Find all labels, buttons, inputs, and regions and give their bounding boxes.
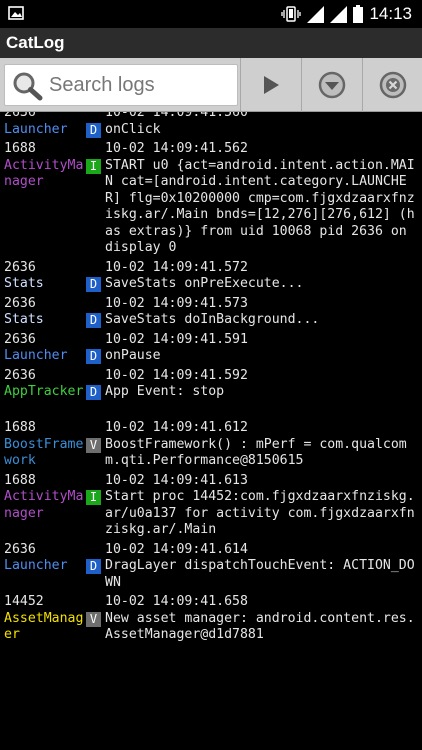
play-button[interactable] — [240, 58, 300, 112]
log-pid: 2636 — [4, 259, 36, 275]
log-pid: 14452 — [4, 594, 44, 609]
log-timestamp: 10-02 14:09:41.562 — [105, 141, 248, 156]
image-notification-icon — [8, 6, 24, 20]
log-pid: 2636 — [4, 541, 36, 557]
log-tag: Launcher — [4, 348, 68, 363]
log-tag: BoostFramework — [4, 436, 84, 469]
log-entry[interactable]: 2636 10-02 14:09:41.572 Stats D SaveStats… — [0, 260, 422, 293]
log-level-badge: D — [86, 349, 101, 364]
log-list[interactable]: 2636 10-02 14:09:41.560 Launcher D onCli… — [0, 112, 422, 750]
log-timestamp: 10-02 14:09:41.591 — [105, 331, 248, 347]
log-entry[interactable]: 1688 10-02 14:09:41.562 ActivityManager I… — [0, 141, 422, 257]
search-placeholder: Search logs — [49, 74, 155, 96]
log-level-badge: V — [86, 611, 101, 627]
signal-icon — [307, 5, 325, 23]
log-entry[interactable]: 1688 10-02 14:09:41.612 BoostFramework V … — [0, 420, 422, 470]
log-message: BoostFramework() : mPerf = com.qualcomm.… — [105, 436, 407, 469]
log-pid: 1688 — [4, 420, 36, 435]
log-timestamp: 10-02 14:09:41.592 — [105, 367, 248, 383]
log-level-badge: I — [86, 158, 101, 174]
log-timestamp: 10-02 14:09:41.614 — [105, 541, 248, 557]
filter-level-button[interactable] — [301, 58, 361, 112]
log-timestamp: 10-02 14:09:41.613 — [105, 472, 248, 488]
log-level-badge: D — [86, 277, 101, 292]
log-level-badge: D — [86, 313, 101, 328]
log-message: App Event: stop — [105, 384, 225, 399]
search-input[interactable]: Search logs — [4, 64, 238, 106]
log-level-badge: D — [86, 385, 101, 400]
signal-icon-2 — [330, 5, 348, 23]
battery-icon — [353, 5, 364, 23]
log-message: START u0 {act=android.intent.action.MAIN… — [105, 157, 415, 256]
log-tag: AssetManager — [4, 610, 84, 643]
log-level-badge: D — [86, 559, 101, 574]
log-tag: AppTracker — [4, 384, 84, 399]
log-tag: ActivityManager — [4, 157, 84, 190]
log-pid: 2636 — [4, 367, 36, 383]
log-timestamp: 10-02 14:09:41.658 — [105, 594, 248, 609]
search-icon — [13, 72, 43, 101]
log-timestamp: 10-02 14:09:41.612 — [105, 420, 248, 435]
log-message: onPause — [105, 348, 161, 363]
log-level-badge: I — [86, 490, 101, 505]
log-tag: Launcher — [4, 121, 68, 137]
toolbar: Search logs — [0, 58, 422, 112]
log-entry[interactable]: 1688 10-02 14:09:41.613 ActivityManager I… — [0, 473, 422, 539]
log-tag: Stats — [4, 276, 44, 291]
vibrate-icon — [281, 6, 302, 22]
status-icons: 14:13 — [281, 4, 412, 24]
clock: 14:13 — [369, 4, 412, 23]
log-entry[interactable]: 2636 10-02 14:09:41.573 Stats D SaveStats… — [0, 296, 422, 329]
log-pid: 1688 — [4, 472, 36, 488]
log-tag: Stats — [4, 312, 44, 327]
log-tag: ActivityManager — [4, 489, 84, 521]
clear-icon — [379, 71, 406, 99]
log-header-partial: 2636 10-02 14:09:41.560 — [4, 112, 248, 120]
log-entry[interactable]: Launcher D onClick — [0, 122, 422, 139]
log-entry[interactable]: 14452 10-02 14:09:41.658 AssetManager V N… — [0, 594, 422, 644]
log-entry[interactable]: 2636 10-02 14:09:41.614 Launcher D DragLa… — [0, 542, 422, 592]
log-level-badge: D — [86, 122, 101, 138]
log-message: SaveStats onPreExecute... — [105, 276, 304, 291]
log-entry[interactable]: 2636 10-02 14:09:41.592 AppTracker D App … — [0, 368, 422, 418]
app-title: CatLog — [6, 33, 65, 52]
log-pid: 2636 — [4, 295, 36, 311]
log-tag: Launcher — [4, 558, 68, 573]
clear-logs-button[interactable] — [362, 58, 422, 112]
log-timestamp: 10-02 14:09:41.572 — [105, 259, 248, 275]
log-message: New asset manager: android.content.res.A… — [105, 610, 415, 643]
status-bar: 14:13 — [0, 0, 422, 28]
dropdown-circle-icon — [318, 71, 345, 99]
log-message: onClick — [105, 121, 161, 137]
log-entry[interactable]: 2636 10-02 14:09:41.591 Launcher D onPaus… — [0, 332, 422, 365]
log-message: SaveStats doInBackground... — [105, 312, 320, 327]
log-pid: 2636 — [4, 331, 36, 347]
play-icon — [263, 76, 279, 94]
log-timestamp: 10-02 14:09:41.573 — [105, 295, 248, 311]
app-title-bar: CatLog — [0, 28, 422, 58]
log-pid: 1688 — [4, 141, 36, 156]
log-level-badge: V — [86, 437, 101, 453]
log-message: Start proc 14452:com.fjgxdzaarxfnziskg.a… — [105, 489, 415, 537]
log-message: DragLayer dispatchTouchEvent: ACTION_DOW… — [105, 558, 415, 590]
